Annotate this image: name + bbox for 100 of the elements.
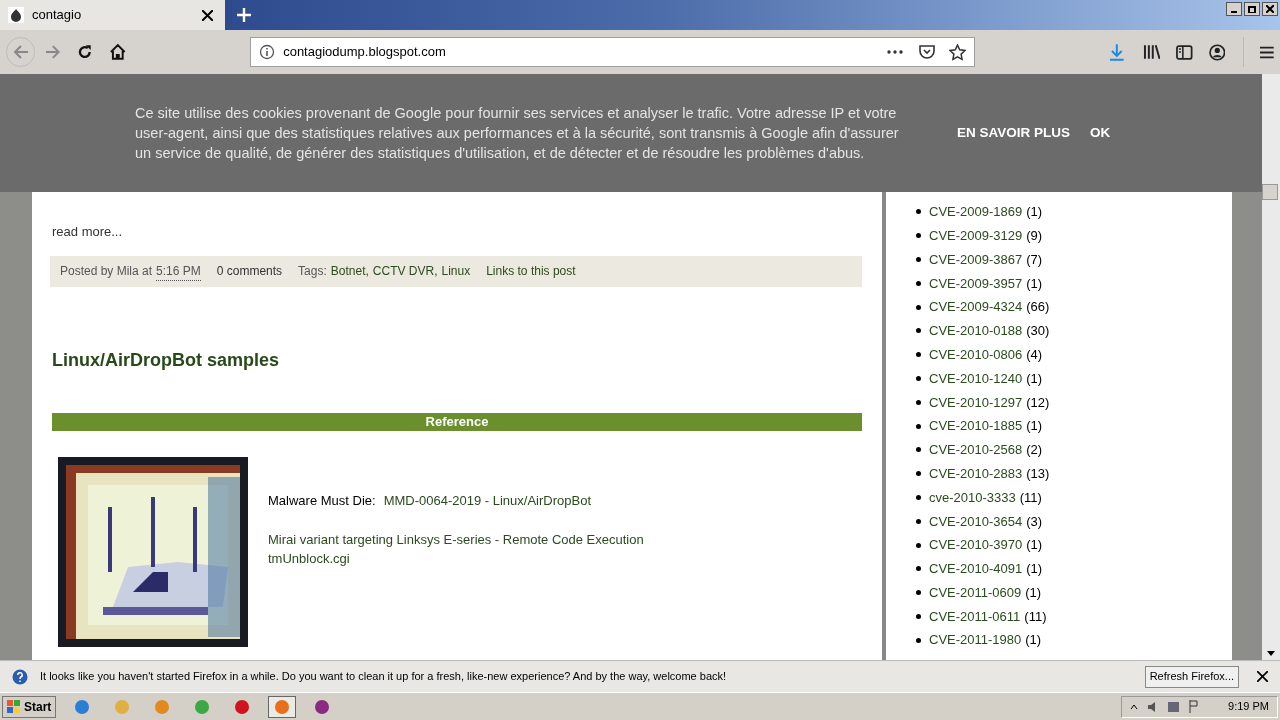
label-count: (1) [1025,583,1042,602]
minimize-icon [1231,11,1237,13]
back-arrow-icon [12,44,29,60]
new-tab-icon[interactable] [237,8,251,22]
taskbar-app-icon[interactable] [268,695,297,718]
source-label: Malware Must Die: [268,491,376,510]
label-count: (66) [1026,298,1050,317]
label-count: (4) [1026,345,1043,364]
bullet [916,518,921,524]
bullet [916,613,921,619]
label-link[interactable]: CVE-2010-3970 [929,535,1023,555]
library-icon[interactable] [1142,44,1161,60]
label-link[interactable]: CVE-2010-1240 [929,368,1023,389]
label-count: (9) [1026,226,1043,245]
read-more-link[interactable]: read more... [52,222,123,242]
account-icon[interactable] [1208,43,1226,61]
label-link[interactable]: CVE-2010-1885 [929,416,1023,436]
bullet [916,280,921,286]
label-link[interactable]: CVE-2010-1297 [929,392,1023,412]
post-text-line: Mirai variant targeting Linksys E-series - Remote Code Execution [268,531,644,549]
bullet [916,328,921,334]
minimize-button[interactable] [1226,2,1242,16]
label-count: (1) [1026,274,1043,293]
label-link[interactable]: CVE-2011-0609 [929,582,1022,603]
site-icon [8,7,24,23]
cookie-button[interactable]: OK [1090,122,1111,144]
label-count: (1) [1026,417,1043,436]
label-count: (13) [1026,464,1050,483]
start-button[interactable]: Start [2,695,57,718]
flag-icon[interactable] [1189,700,1199,713]
restore-icon [1248,5,1256,13]
close-button[interactable] [1262,2,1278,16]
source-link[interactable]: MMD-0064-2019 - Linux/AirDropBot [383,490,591,510]
help-icon [12,668,28,685]
cookie-button[interactable]: EN SAVOIR PLUS [957,122,1071,144]
post-time[interactable]: 5:16 PM [156,261,201,281]
tag-link[interactable]: Botnet, [330,262,369,280]
label-count: (1) [1026,203,1043,222]
label-count: (7) [1026,250,1043,269]
browser-tab[interactable]: contagio [0,0,225,30]
bullet [916,257,921,262]
label-link[interactable]: CVE-2011-1980 [929,630,1022,650]
label-link[interactable]: CVE-2009-1869 [929,202,1023,222]
notification-text: It looks like you haven't started Firefox in a while. Do you want to clean it up for a fresh, like-new experience? And by the way, welcome back! [40,669,727,685]
star-icon[interactable] [949,43,966,61]
label-link[interactable]: CVE-2009-3957 [929,273,1023,294]
label-link[interactable]: CVE-2011-0611 [929,606,1021,627]
bullet [916,304,921,310]
bullet [916,590,921,596]
links-to-post-link[interactable]: Links to this post [486,262,576,280]
label-link[interactable]: CVE-2010-0806 [929,344,1023,365]
bullet [916,423,921,429]
scrollbar[interactable] [1262,74,1280,660]
bullet [916,447,921,453]
post-title[interactable]: Linux/AirDropBot samples [52,346,280,374]
bullet [916,566,921,572]
expand-tray-icon[interactable] [1130,703,1139,710]
label-count: (1) [1026,369,1043,388]
close-tab-icon[interactable] [202,9,213,21]
tags-label: Tags: [298,263,327,280]
label-count: (11) [1019,488,1042,507]
info-icon[interactable] [259,44,276,60]
label-link[interactable]: CVE-2009-4324 [929,297,1023,317]
bullet [916,542,921,548]
pocket-icon[interactable] [919,44,935,60]
label-count: (1) [1026,560,1043,579]
cookie-notice-text: Ce site utilise des cookies provenant de Google pour fournir ses services et analyser le trafic. Votre adresse IP et votre user-agent, ainsi que des statistiques relatives aux performances et à la sécurité, sont transmis à Google afin d'assurer un service de qualité, de générer des statistiques d'utilisation, et de détecter et de résoudre les problèmes d'abus. [135,104,900,163]
reload-icon[interactable] [76,44,93,60]
label-count: (11) [1024,607,1047,626]
close-icon[interactable] [1257,671,1268,682]
bullet [916,471,921,477]
posted-by-text: Posted by Mila at [60,262,153,280]
label-count: (3) [1026,512,1043,531]
bullet [916,637,921,643]
close-icon [1266,5,1274,13]
label-link[interactable]: CVE-2010-2568 [929,440,1023,460]
restore-button[interactable] [1244,2,1260,16]
bullet [916,399,921,405]
label-link[interactable]: CVE-2009-3129 [929,225,1023,246]
home-icon[interactable] [108,43,127,61]
tag-link[interactable]: CCTV DVR, [372,262,438,280]
label-link[interactable]: CVE-2010-2883 [929,463,1023,484]
clock-text: 9:19 PM [1228,699,1269,715]
bullet [916,494,921,500]
menu-icon[interactable] [1260,45,1274,59]
label-link[interactable]: cve-2010-3333 [929,487,1016,508]
label-link[interactable]: CVE-2010-4091 [929,559,1023,579]
start-logo-icon [7,699,21,714]
label-link[interactable]: CVE-2009-3867 [929,249,1023,270]
tag-link[interactable]: Linux [441,262,471,280]
label-link[interactable]: CVE-2010-0188 [929,321,1023,341]
bullet [916,233,921,239]
sidebar-icon[interactable] [1176,44,1193,60]
bullet [916,375,921,381]
label-link[interactable]: CVE-2010-3654 [929,511,1023,531]
scroll-thumb[interactable] [1262,184,1278,200]
address-bar[interactable]: contagiodump.blogspot.com [250,37,975,67]
refresh-firefox-button[interactable]: Refresh Firefox... [1144,665,1239,688]
more-icon[interactable] [887,50,903,54]
comments-link[interactable]: 0 comments [216,262,283,280]
